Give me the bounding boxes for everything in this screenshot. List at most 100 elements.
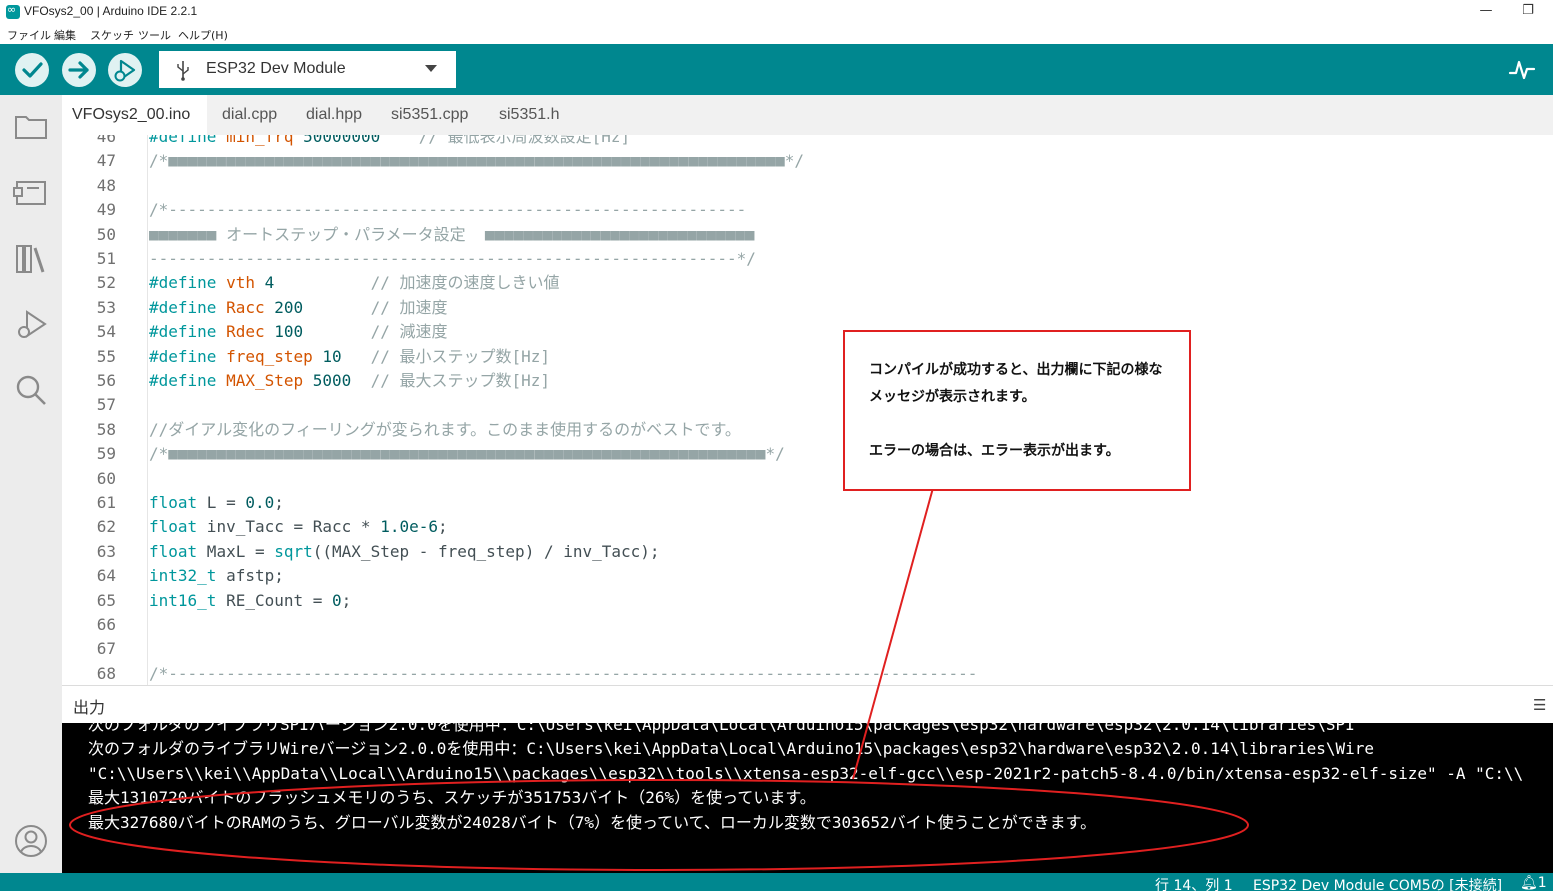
- code-text: float inv_Tacc = Racc * 1.0e-6;: [149, 517, 448, 537]
- board-manager-icon[interactable]: [13, 174, 49, 210]
- line-number: 65: [96, 590, 116, 610]
- code-text: #define freq_step 10 // 最小ステップ数[Hz]: [149, 346, 551, 366]
- output-line: 次のフォルダのライブラリWireバージョン2.0.0を使用中：C:\Users\…: [88, 739, 1375, 759]
- code-text: #define vth 4 // 加速度の速度しきい値: [149, 273, 560, 293]
- line-number: 67: [96, 639, 116, 659]
- tab-vfosys2-ino[interactable]: VFOsys2_00.ino: [62, 95, 207, 135]
- code-line[interactable]: 52 #define vth 4 // 加速度の速度しきい値: [62, 271, 1553, 295]
- code-line[interactable]: 54 #define Rdec 100 // 減速度: [62, 320, 1553, 344]
- code-line[interactable]: 59 /*■■■■■■■■■■■■■■■■■■■■■■■■■■■■■■■■■■■■…: [62, 442, 1553, 466]
- code-line[interactable]: 62 float inv_Tacc = Racc * 1.0e-6;: [62, 515, 1553, 539]
- code-line[interactable]: 61 float L = 0.0;: [62, 491, 1553, 515]
- code-line[interactable]: 66: [62, 613, 1553, 637]
- code-text: #define min_frq 50000000 // 最低表示周波数設定[Hz…: [149, 135, 631, 146]
- verify-icon: [22, 62, 43, 78]
- tab-dial-cpp[interactable]: dial.cpp: [222, 95, 277, 135]
- restore-button[interactable]: ❐: [1508, 0, 1548, 24]
- menu-edit[interactable]: 編集: [54, 27, 76, 43]
- annotation-callout: コンパイルが成功すると、出力欄に下記の様な メッセジが表示されます。 エラーの場…: [843, 330, 1191, 491]
- code-text: int16_t RE_Count = 0;: [149, 590, 352, 610]
- library-icon[interactable]: [13, 240, 49, 276]
- debug-icon[interactable]: [13, 306, 49, 342]
- menu-help[interactable]: ヘルプ(H): [178, 27, 228, 43]
- code-text: int32_t afstp;: [149, 566, 284, 586]
- chevron-down-icon: [425, 65, 437, 72]
- line-number: 60: [96, 468, 116, 488]
- code-line[interactable]: 65 int16_t RE_Count = 0;: [62, 589, 1553, 613]
- tab-si5351-cpp[interactable]: si5351.cpp: [391, 95, 468, 135]
- upload-button[interactable]: [62, 53, 96, 87]
- code-editor[interactable]: 46 #define min_frq 50000000 // 最低表示周波数設定[…: [62, 135, 1553, 685]
- code-text: #define Racc 200 // 加速度: [149, 297, 448, 317]
- menu-tools[interactable]: ツール: [138, 27, 171, 43]
- folder-icon[interactable]: [13, 108, 49, 144]
- output-line: 最大327680バイトのRAMのうち、グローバル変数が24028バイト（7%）を…: [88, 812, 1097, 832]
- code-text: float L = 0.0;: [149, 493, 284, 512]
- line-number: 56: [96, 371, 116, 390]
- debug-icon: [114, 59, 136, 82]
- code-line[interactable]: 60: [62, 467, 1553, 491]
- code-line[interactable]: 68 /*------------------------------------…: [62, 662, 1553, 685]
- output-label: 出力: [73, 698, 106, 717]
- code-text: float MaxL = sqrt((MAX_Step - freq_step)…: [149, 541, 660, 561]
- line-number: 53: [96, 297, 116, 317]
- window-title: VFOsys2_00 | Arduino IDE 2.2.1: [24, 4, 198, 18]
- activity-bar: [0, 95, 62, 891]
- code-text: /*■■■■■■■■■■■■■■■■■■■■■■■■■■■■■■■■■■■■■■…: [149, 444, 785, 464]
- debug-button[interactable]: [108, 53, 142, 87]
- code-line[interactable]: 47 /*■■■■■■■■■■■■■■■■■■■■■■■■■■■■■■■■■■■■…: [62, 149, 1553, 173]
- usb-icon: [177, 61, 189, 81]
- tab-dial-hpp[interactable]: dial.hpp: [306, 95, 362, 135]
- verify-button[interactable]: [15, 53, 49, 87]
- board-selector[interactable]: ESP32 Dev Module: [159, 51, 456, 88]
- account-icon[interactable]: [13, 823, 49, 859]
- output-line: "C:\\Users\\kei\\AppData\\Local\\Arduino…: [88, 763, 1524, 783]
- notifications-icon[interactable]: 🔔︎1: [1520, 875, 1547, 891]
- line-number: 64: [96, 566, 116, 586]
- code-text: /*--------------------------------------…: [149, 200, 747, 220]
- output-line: 次のフォルダのライブラリSPIバージョン2.0.0を使用中：C:\Users\k…: [88, 723, 1355, 734]
- code-line[interactable]: 56 #define MAX_Step 5000 // 最大ステップ数[Hz]: [62, 369, 1553, 393]
- code-line[interactable]: 57: [62, 393, 1553, 417]
- board-port-status[interactable]: ESP32 Dev Module COM5の [未接続]: [1253, 875, 1502, 891]
- code-line[interactable]: 53 #define Racc 200 // 加速度: [62, 296, 1553, 320]
- code-line[interactable]: 64 int32_t afstp;: [62, 564, 1553, 588]
- code-line[interactable]: 51 --------------------------------------…: [62, 247, 1553, 271]
- code-line[interactable]: 46 #define min_frq 50000000 // 最低表示周波数設定[…: [62, 135, 1553, 149]
- code-line[interactable]: 58 //ダイアル変化のフィーリングが変られます。このまま使用するのがベストです。: [62, 418, 1553, 442]
- tab-si5351-h[interactable]: si5351.h: [499, 95, 560, 135]
- code-line[interactable]: 48: [62, 174, 1553, 198]
- code-text: ----------------------------------------…: [149, 249, 756, 268]
- code-line[interactable]: 50 ■■■■■■■ オートステップ・パラメータ設定 ■■■■■■■■■■■■■■…: [62, 223, 1553, 247]
- line-number: 55: [96, 346, 116, 366]
- code-text: #define Rdec 100 // 減速度: [149, 322, 448, 342]
- line-number: 46: [96, 135, 116, 146]
- code-text: ■■■■■■■ オートステップ・パラメータ設定 ■■■■■■■■■■■■■■■■…: [149, 224, 755, 244]
- code-text: //ダイアル変化のフィーリングが変られます。このまま使用するのがベストです。: [149, 419, 741, 439]
- board-name: ESP32 Dev Module: [206, 60, 346, 77]
- code-text: /*■■■■■■■■■■■■■■■■■■■■■■■■■■■■■■■■■■■■■■…: [149, 151, 805, 171]
- code-line[interactable]: 55 #define freq_step 10 // 最小ステップ数[Hz]: [62, 345, 1553, 369]
- notification-count: 1: [1537, 875, 1547, 891]
- menu-file[interactable]: ファイル: [7, 27, 51, 43]
- annotation-line-1: コンパイルが成功すると、出力欄に下記の様な: [869, 362, 1163, 378]
- code-line[interactable]: 63 float MaxL = sqrt((MAX_Step - freq_ste…: [62, 540, 1553, 564]
- annotation-line-2: メッセジが表示されます。: [869, 389, 1036, 405]
- line-number: 58: [96, 419, 116, 439]
- code-text: /*--------------------------------------…: [149, 663, 978, 683]
- menu-bar: ファイル 編集 スケッチ ツール ヘルプ(H): [0, 24, 1553, 44]
- serial-plotter-icon[interactable]: [1508, 56, 1536, 84]
- code-line[interactable]: 67: [62, 637, 1553, 661]
- output-console[interactable]: 次のフォルダのライブラリSPIバージョン2.0.0を使用中：C:\Users\k…: [62, 723, 1553, 873]
- menu-sketch[interactable]: スケッチ: [90, 27, 134, 43]
- toolbar: ESP32 Dev Module: [0, 44, 1553, 95]
- search-icon[interactable]: [13, 372, 49, 408]
- output-menu-icon[interactable]: ☰: [1533, 696, 1546, 714]
- line-number: 54: [96, 322, 116, 342]
- arduino-app-icon: [6, 3, 20, 19]
- code-line[interactable]: 49 /*------------------------------------…: [62, 198, 1553, 222]
- code-text: #define MAX_Step 5000 // 最大ステップ数[Hz]: [149, 371, 551, 390]
- output-panel-header: 出力 ☰: [62, 685, 1553, 723]
- minimize-button[interactable]: —: [1466, 0, 1506, 24]
- cursor-position[interactable]: 行 14、列 1: [1155, 875, 1233, 891]
